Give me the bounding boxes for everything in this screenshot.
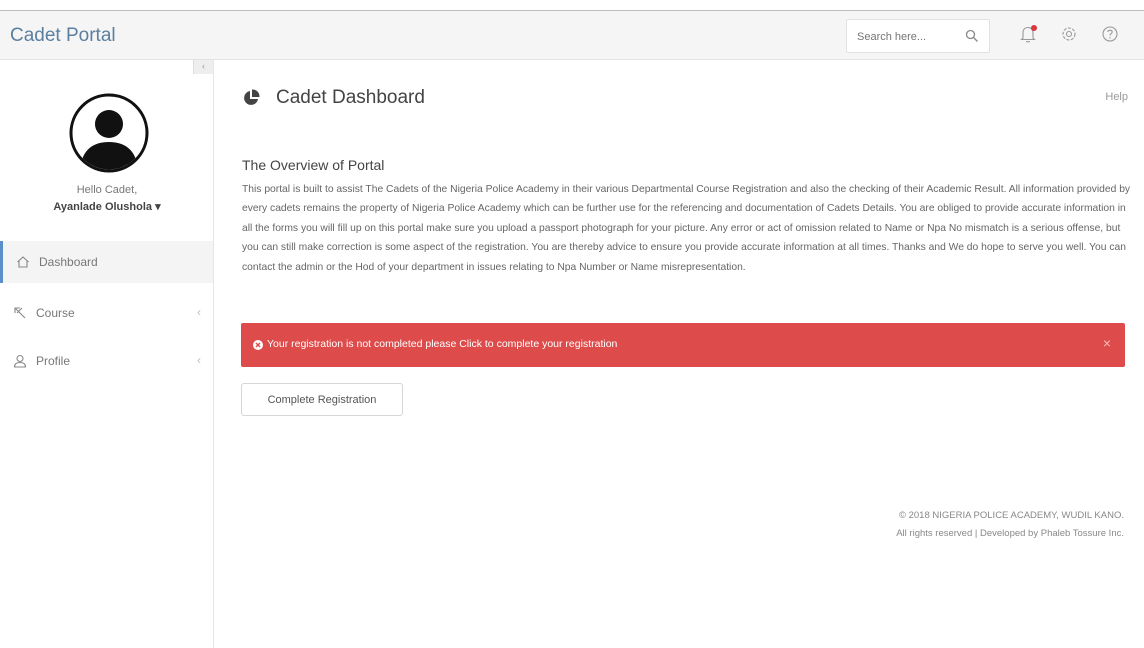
chevron-left-icon: ‹ xyxy=(197,305,201,319)
brand-title[interactable]: Cadet Portal xyxy=(10,25,116,47)
sidebar-item-label: Profile xyxy=(36,354,71,368)
sidebar-item-label: Dashboard xyxy=(39,255,98,269)
help-link[interactable]: Help xyxy=(1105,91,1128,103)
footer-copyright: © 2018 NIGERIA POLICE ACADEMY, WUDIL KAN… xyxy=(898,510,1124,521)
search-icon[interactable] xyxy=(965,29,979,43)
main-content: Cadet Dashboard Help The Overview of Por… xyxy=(214,60,1144,648)
chevron-left-icon: ‹ xyxy=(197,353,201,367)
search-input[interactable] xyxy=(855,26,959,48)
gear-icon[interactable] xyxy=(1058,23,1080,45)
sidebar: ‹ Hello Cadet, Ayanlade Olushola ▾ Dashb… xyxy=(0,60,214,648)
greeting-text: Hello Cadet, xyxy=(76,184,138,196)
notification-badge xyxy=(1031,25,1037,31)
close-icon[interactable]: × xyxy=(1103,335,1111,351)
sidebar-item-course[interactable]: Course ‹ xyxy=(0,292,213,334)
search-box xyxy=(846,19,990,53)
top-navbar: Cadet Portal xyxy=(0,11,1144,60)
sidebar-item-dashboard[interactable]: Dashboard xyxy=(0,241,213,283)
sidebar-item-profile[interactable]: Profile ‹ xyxy=(0,340,213,382)
overview-heading: The Overview of Portal xyxy=(242,157,385,173)
tools-icon xyxy=(12,305,28,321)
registration-alert: Your registration is not completed pleas… xyxy=(241,323,1125,367)
notification-bell-icon[interactable] xyxy=(1017,23,1039,45)
overview-paragraph: This portal is built to assist The Cadet… xyxy=(242,184,1131,273)
home-icon xyxy=(15,254,31,270)
sidebar-item-label: Course xyxy=(36,306,75,320)
avatar[interactable] xyxy=(68,92,150,174)
pie-chart-icon xyxy=(242,89,260,107)
footer-credits: All rights reserved | Developed by Phale… xyxy=(896,528,1124,539)
help-circle-icon[interactable] xyxy=(1099,23,1121,45)
page-title: Cadet Dashboard xyxy=(276,87,425,108)
complete-registration-button[interactable]: Complete Registration xyxy=(241,383,403,416)
sidebar-collapse-toggle[interactable]: ‹ xyxy=(193,60,213,74)
complete-registration-link[interactable]: Your registration is not completed pleas… xyxy=(267,338,617,350)
user-icon xyxy=(12,353,28,369)
user-name-dropdown[interactable]: Ayanlade Olushola ▾ xyxy=(0,200,214,213)
times-circle-icon xyxy=(253,340,263,350)
